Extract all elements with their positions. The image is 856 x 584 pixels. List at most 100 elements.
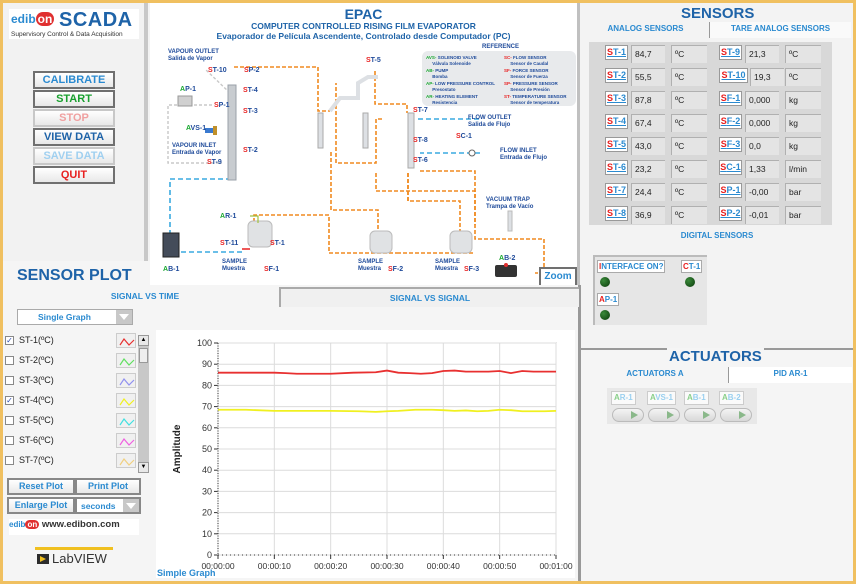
tag-st6: ST-6	[413, 157, 428, 164]
time-unit-select[interactable]: seconds	[75, 497, 141, 514]
labview-icon	[37, 554, 49, 564]
tag-sp2: SP-2	[244, 67, 260, 74]
scroll-down-icon[interactable]: ▼	[138, 462, 149, 473]
sensor-plot-title: SENSOR PLOT	[17, 267, 132, 284]
channel-color-swatch[interactable]	[116, 413, 136, 428]
sensor-button-st4[interactable]: ST-4	[605, 114, 628, 129]
edibon-website[interactable]: edib on www.edibon.com	[9, 519, 139, 535]
tab-tare-analog-sensors[interactable]: TARE ANALOG SENSORS	[709, 22, 851, 38]
channel-checkbox[interactable]: ✓	[5, 336, 14, 345]
sensor-button-st3[interactable]: ST-3	[605, 91, 628, 106]
channel-color-swatch[interactable]	[116, 433, 136, 448]
tab-pid-ar1[interactable]: PID AR-1	[728, 367, 852, 383]
tank-2	[369, 230, 393, 254]
sensor-button-st9[interactable]: ST-9	[719, 45, 742, 60]
scada-window: edib on SCADA Supervisory Control & Data …	[3, 3, 853, 584]
sensor-button-st1[interactable]: ST-1	[605, 45, 628, 60]
reference-legend: AVS- SOLENOID VALVE Válvula Solenoide AB…	[422, 51, 576, 106]
channel-color-swatch[interactable]	[116, 353, 136, 368]
vacuum-trap-caption: VACUUM TRAP Trampa de Vacío	[486, 197, 534, 210]
channel-row: ST-2(ºC)	[5, 353, 139, 371]
signal-vs-time-chart: 0 10 20 30 40 50 60 70 80 90 100 00:00:00 00:00:10 00…	[156, 330, 575, 584]
sensor-unit-st5: ºC	[671, 137, 707, 155]
print-plot-button[interactable]: Print Plot	[75, 478, 141, 495]
water-lines	[169, 118, 480, 253]
save-data-button[interactable]: SAVE DATA	[33, 147, 115, 165]
sensor-button-st7[interactable]: ST-7	[605, 183, 628, 198]
channel-label: ST-7(ºC)	[19, 455, 54, 465]
graph-mode-select[interactable]: Single Graph	[17, 309, 133, 325]
channel-color-swatch[interactable]	[116, 453, 136, 468]
channel-checkbox[interactable]	[5, 416, 14, 425]
channel-row: ✓ ST-1(ºC)	[5, 333, 139, 351]
sensors-panel: SENSORS ANALOG SENSORS TARE ANALOG SENSO…	[581, 3, 853, 348]
channel-checkbox[interactable]	[5, 436, 14, 445]
tag-st9: ST-9	[207, 159, 222, 166]
ar1-switch[interactable]	[612, 408, 644, 422]
sensor-value-sp2: -0,01	[745, 206, 779, 224]
channel-row: ST-3(ºC)	[5, 373, 139, 391]
y-tick-label: 10	[202, 529, 212, 539]
tag-st2: ST-2	[243, 147, 258, 154]
scroll-thumb[interactable]	[139, 348, 148, 363]
quit-button[interactable]: QUIT	[33, 166, 115, 184]
sensor-button-sp2[interactable]: SP-2	[719, 206, 742, 221]
ct1-led	[685, 277, 695, 287]
sensor-unit-st4: ºC	[671, 114, 707, 132]
stop-button[interactable]: STOP	[33, 109, 115, 127]
sensor-unit-st2: ºC	[671, 68, 707, 86]
tag-st4: ST-4	[243, 87, 258, 94]
tag-st7: ST-7	[413, 107, 428, 114]
sensor-unit-sf3: kg	[785, 137, 821, 155]
zoom-button[interactable]: Zoom	[539, 267, 577, 287]
y-tick-label: 80	[202, 380, 212, 390]
sensor-button-st6[interactable]: ST-6	[605, 160, 628, 175]
sensor-value-st1: 84,7	[631, 45, 665, 63]
ab1-switch[interactable]	[684, 408, 716, 422]
channel-color-swatch[interactable]	[116, 393, 136, 408]
x-tick-label: 00:00:10	[258, 561, 291, 571]
sensor-button-st10[interactable]: ST-10	[719, 68, 748, 83]
tab-analog-sensors[interactable]: ANALOG SENSORS	[583, 22, 708, 38]
scroll-up-icon[interactable]: ▲	[138, 335, 149, 346]
x-axis-label: Time(hh:mm:ss)	[330, 577, 404, 578]
view-data-button[interactable]: VIEW DATA	[33, 128, 115, 146]
tag-st8: ST-8	[413, 137, 428, 144]
channel-color-swatch[interactable]	[116, 333, 136, 348]
start-button[interactable]: START	[33, 90, 115, 108]
sensor-button-sf3[interactable]: SF-3	[719, 137, 742, 152]
sensor-button-st2[interactable]: ST-2	[605, 68, 628, 83]
channel-color-swatch[interactable]	[116, 373, 136, 388]
sensor-button-st5[interactable]: ST-5	[605, 137, 628, 152]
channel-checkbox[interactable]	[5, 356, 14, 365]
channel-checkbox[interactable]: ✓	[5, 396, 14, 405]
view-data-label: VIEW DATA	[43, 131, 105, 143]
enlarge-plot-button[interactable]: Enlarge Plot	[7, 497, 75, 514]
ab2-switch[interactable]	[720, 408, 752, 422]
sample-caption-1: SAMPLE Muestra	[222, 259, 248, 272]
tab-signal-vs-signal[interactable]: SIGNAL VS SIGNAL	[279, 287, 579, 307]
channel-scrollbar[interactable]: ▲ ▼	[138, 335, 149, 473]
sensor-button-sf2[interactable]: SF-2	[719, 114, 742, 129]
edibon-scada-logo: edib on SCADA Supervisory Control & Data …	[9, 9, 139, 39]
channel-checkbox[interactable]	[5, 456, 14, 465]
reset-plot-button[interactable]: Reset Plot	[7, 478, 75, 495]
sensor-button-sp1[interactable]: SP-1	[719, 183, 742, 198]
sensor-value-st6: 23,2	[631, 160, 665, 178]
ref-ab: AB- PUMP Bomba	[426, 68, 449, 79]
sensor-button-st8[interactable]: ST-8	[605, 206, 628, 221]
flow-inlet-caption: FLOW INLET Entrada de Flujo	[500, 148, 548, 161]
tab-actuators-a[interactable]: ACTUATORS A	[583, 367, 727, 383]
tag-ap1: AP-1	[180, 86, 196, 93]
channel-checkbox[interactable]	[5, 376, 14, 385]
sensor-plot-controls: SENSOR PLOT Single Graph ✓ ST-1(ºC) ST-2…	[3, 261, 150, 581]
tab-signal-vs-time[interactable]: SIGNAL VS TIME	[10, 287, 280, 307]
sensor-plot-area: SIGNAL VS TIME SIGNAL VS SIGNAL 0 10 20 30 4…	[111, 285, 581, 584]
sensor-button-sf1[interactable]: SF-1	[719, 91, 742, 106]
y-tick-label: 100	[197, 338, 212, 348]
sensor-button-sc1[interactable]: SC-1	[719, 160, 742, 175]
y-tick-label: 0	[207, 550, 212, 560]
avs1-switch[interactable]	[648, 408, 680, 422]
tank-1	[247, 220, 273, 248]
calibrate-button[interactable]: CALIBRATE	[33, 71, 115, 89]
